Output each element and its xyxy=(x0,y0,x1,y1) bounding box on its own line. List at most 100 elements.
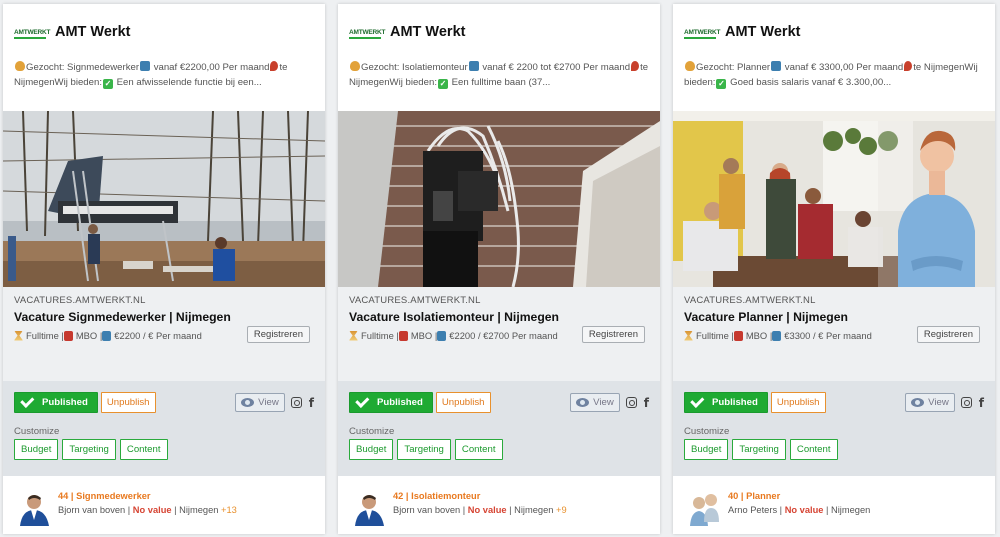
chart-icon xyxy=(140,61,151,71)
no-value-label: No value xyxy=(784,505,824,515)
unpublish-button[interactable]: Unpublish xyxy=(100,392,156,413)
job-title[interactable]: Vacature Signmedewerker | Nijmegen xyxy=(14,310,314,324)
pin-icon xyxy=(631,61,640,71)
avatar xyxy=(353,490,386,526)
register-button[interactable]: Registreren xyxy=(581,326,645,343)
admin-panel: Published Unpublish View f Customize Bud… xyxy=(673,381,995,476)
published-button[interactable]: Published xyxy=(684,392,768,413)
published-label: Published xyxy=(42,397,88,408)
avatar xyxy=(688,490,721,526)
check-icon: ✓ xyxy=(437,79,448,89)
campaign-stats[interactable]: 44 | Signmedewerker xyxy=(58,490,237,503)
unpublish-button[interactable]: Unpublish xyxy=(435,392,491,413)
job-name: Isolatiemonteur xyxy=(411,491,481,501)
register-button[interactable]: Registreren xyxy=(916,326,980,343)
facebook-icon[interactable]: f xyxy=(979,396,984,410)
unpublish-button[interactable]: Unpublish xyxy=(770,392,826,413)
published-label: Published xyxy=(712,397,758,408)
meta-salary: €3300 / € Per maand xyxy=(784,330,872,341)
job-card: AMTWERKT AMT Werkt Gezocht: Planner vana… xyxy=(673,4,995,534)
job-info: VACATURES.AMTWERKT.NL Vacature Signmedew… xyxy=(3,287,325,381)
customize-label: Customize xyxy=(349,426,395,437)
instagram-icon[interactable] xyxy=(960,397,972,408)
desc-part: vanaf € 2200 tot €2700 Per maand xyxy=(479,62,631,73)
content-button[interactable]: Content xyxy=(119,439,168,460)
chart-icon xyxy=(437,330,447,341)
budget-button[interactable]: Budget xyxy=(684,439,729,460)
social-links: f xyxy=(290,396,314,410)
targeting-button[interactable]: Targeting xyxy=(732,439,786,460)
published-label: Published xyxy=(377,397,423,408)
published-button[interactable]: Published xyxy=(14,392,98,413)
view-button[interactable]: View xyxy=(570,393,620,412)
campaign-stats[interactable]: 42 | Isolatiemonteur xyxy=(393,490,567,503)
checkmark-icon xyxy=(20,393,35,408)
card-header: AMTWERKT AMT Werkt Gezocht: Isolatiemont… xyxy=(338,4,660,111)
job-card: AMTWERKT AMT Werkt Gezocht: Signmedewerk… xyxy=(3,4,325,534)
facebook-icon[interactable]: f xyxy=(644,396,649,410)
brand: AMTWERKT AMT Werkt xyxy=(14,24,130,40)
hourglass-icon xyxy=(14,330,23,341)
hourglass-icon xyxy=(349,330,358,341)
book-icon xyxy=(398,330,408,341)
no-value-label: No value xyxy=(467,505,507,515)
register-button[interactable]: Registreren xyxy=(246,326,310,343)
desc-part: Gezocht: Isolatiemonteur xyxy=(361,62,468,73)
card-header: AMTWERKT AMT Werkt Gezocht: Signmedewerk… xyxy=(3,4,325,111)
more-count[interactable]: +13 xyxy=(221,505,237,515)
book-icon xyxy=(63,330,73,341)
job-photo-isolatiemonteur[interactable] xyxy=(338,111,660,287)
content-button[interactable]: Content xyxy=(789,439,838,460)
content-button[interactable]: Content xyxy=(454,439,503,460)
budget-button[interactable]: Budget xyxy=(349,439,394,460)
chart-icon xyxy=(772,330,782,341)
chart-icon xyxy=(468,61,479,71)
owner-line: Bjorn van boven | No value | Nijmegen +9 xyxy=(393,505,567,515)
more-count[interactable]: +9 xyxy=(556,505,567,515)
job-name: Signmedewerker xyxy=(76,491,151,501)
campaign-stats[interactable]: 40 | Planner xyxy=(728,490,870,503)
applicant-count: 44 xyxy=(58,491,69,501)
checkmark-icon xyxy=(690,393,705,408)
view-button[interactable]: View xyxy=(235,393,285,412)
logo-text: AMTWERKT xyxy=(349,28,386,36)
admin-panel: Published Unpublish View f Customize Bud… xyxy=(338,381,660,476)
job-description: Gezocht: Isolatiemonteur vanaf € 2200 to… xyxy=(349,60,649,90)
company-logo: AMTWERKT xyxy=(349,28,386,39)
job-site: VACATURES.AMTWERKT.NL xyxy=(14,295,146,306)
avatar xyxy=(18,490,51,526)
social-links: f xyxy=(960,396,984,410)
hand-icon xyxy=(685,61,695,71)
targeting-button[interactable]: Targeting xyxy=(397,439,451,460)
job-photo-signmedewerker[interactable] xyxy=(3,111,325,287)
job-card: AMTWERKT AMT Werkt Gezocht: Isolatiemont… xyxy=(338,4,660,534)
owner-name: Arno Peters xyxy=(728,505,778,515)
instagram-icon[interactable] xyxy=(290,397,302,408)
job-site: VACATURES.AMTWERKT.NL xyxy=(349,295,481,306)
budget-button[interactable]: Budget xyxy=(14,439,59,460)
company-name: AMT Werkt xyxy=(725,24,801,40)
checkmark-icon xyxy=(355,393,370,408)
job-cards-grid: AMTWERKT AMT Werkt Gezocht: Signmedewerk… xyxy=(0,0,1000,537)
desc-part: Gezocht: Planner xyxy=(696,62,771,73)
targeting-button[interactable]: Targeting xyxy=(62,439,116,460)
card-footer: 42 | Isolatiemonteur Bjorn van boven | N… xyxy=(338,476,660,534)
logo-text: AMTWERKT xyxy=(684,28,721,36)
pin-icon xyxy=(904,61,913,71)
facebook-icon[interactable]: f xyxy=(309,396,314,410)
job-photo-planner[interactable] xyxy=(673,111,995,287)
view-label: View xyxy=(258,397,279,408)
separator: | xyxy=(68,491,77,501)
job-name: Planner xyxy=(746,491,781,501)
owner-line: Bjorn van boven | No value | Nijmegen +1… xyxy=(58,505,237,515)
social-links: f xyxy=(625,396,649,410)
view-button[interactable]: View xyxy=(905,393,955,412)
chart-icon xyxy=(102,330,112,341)
desc-part: vanaf €2200,00 Per maand xyxy=(151,62,270,73)
job-title[interactable]: Vacature Planner | Nijmegen xyxy=(684,310,984,324)
job-title[interactable]: Vacature Isolatiemonteur | Nijmegen xyxy=(349,310,649,324)
city: Nijmegen xyxy=(179,505,219,515)
chart-icon xyxy=(771,61,782,71)
published-button[interactable]: Published xyxy=(349,392,433,413)
instagram-icon[interactable] xyxy=(625,397,637,408)
